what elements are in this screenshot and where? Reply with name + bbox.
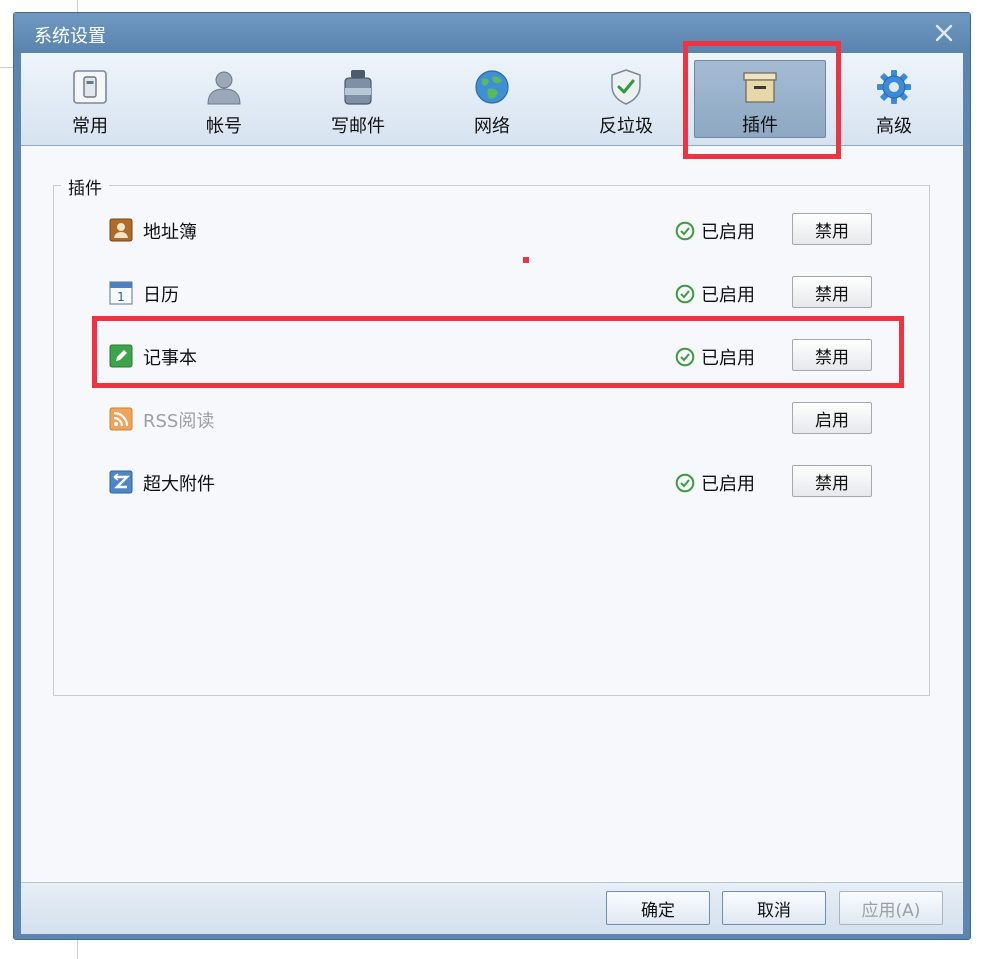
- tab-label: 高级: [876, 116, 912, 137]
- dialog-footer: 确定 取消 应用(A): [21, 882, 963, 934]
- check-circle-icon: [675, 284, 695, 304]
- globe-icon: [472, 67, 512, 107]
- tab-antispam[interactable]: 反垃圾: [560, 60, 692, 138]
- plugin-status: 已启用: [675, 344, 755, 370]
- check-circle-icon: [675, 221, 695, 241]
- calendar-icon: 1: [109, 281, 133, 305]
- large-attachment-icon: [109, 470, 133, 494]
- tab-label: 网络: [474, 116, 510, 137]
- ink-bottle-icon: [338, 67, 378, 107]
- plugin-row-address-book: 地址簿 已启用 禁用: [109, 210, 889, 250]
- address-book-icon: [109, 218, 133, 242]
- plugin-status-text: 已启用: [701, 474, 755, 495]
- tab-compose[interactable]: 写邮件: [292, 60, 424, 138]
- ok-button[interactable]: 确定: [606, 891, 710, 925]
- disable-button[interactable]: 禁用: [792, 276, 872, 308]
- plugins-legend: 插件: [61, 174, 109, 199]
- plugin-name: 日历: [143, 285, 179, 306]
- tab-account[interactable]: 帐号: [158, 60, 290, 138]
- plugin-status: 已启用: [675, 470, 755, 496]
- settings-tabbar: 常用 帐号 写邮件 网络 反垃圾 插件 高级: [21, 53, 963, 146]
- plugin-status: 已启用: [675, 218, 755, 244]
- disable-button[interactable]: 禁用: [792, 465, 872, 497]
- check-circle-icon: [675, 347, 695, 367]
- plugin-status-text: 已启用: [701, 285, 755, 306]
- rss-icon: [109, 407, 133, 431]
- check-circle-icon: [675, 473, 695, 493]
- gear-icon: [874, 67, 914, 107]
- tab-label: 写邮件: [331, 116, 385, 137]
- plugins-groupbox: [53, 185, 930, 696]
- dialog-content: 常用 帐号 写邮件 网络 反垃圾 插件 高级 插件 地址簿 已启用 禁用 1 日…: [21, 53, 963, 934]
- title-bar: 系统设置: [14, 13, 970, 53]
- plugin-row-notepad: 记事本 已启用 禁用: [109, 336, 889, 376]
- tab-network[interactable]: 网络: [426, 60, 558, 138]
- plugin-row-rss: RSS阅读 启用: [109, 399, 889, 439]
- tab-label: 插件: [742, 115, 778, 136]
- close-icon: [935, 24, 953, 42]
- plugin-name: 地址簿: [143, 222, 197, 243]
- plugin-status-text: 已启用: [701, 348, 755, 369]
- shield-icon: [606, 67, 646, 107]
- background-guide-tick: [0, 67, 14, 68]
- settings-dialog: 系统设置 常用 帐号 写邮件 网络 反垃圾 插件 高级 插件 地址簿 已启用 禁…: [13, 12, 971, 940]
- svg-text:1: 1: [117, 290, 125, 304]
- switch-icon: [70, 67, 110, 107]
- tab-label: 帐号: [206, 116, 242, 137]
- plugin-status-text: 已启用: [701, 222, 755, 243]
- plugin-row-calendar: 1 日历 已启用 禁用: [109, 273, 889, 313]
- enable-button[interactable]: 启用: [792, 402, 872, 434]
- archive-box-icon: [740, 68, 780, 106]
- plugin-name: 超大附件: [143, 474, 215, 495]
- apply-button[interactable]: 应用(A): [839, 891, 943, 925]
- disable-button[interactable]: 禁用: [792, 339, 872, 371]
- plugin-status: 已启用: [675, 281, 755, 307]
- notepad-icon: [109, 344, 133, 368]
- tab-plugins[interactable]: 插件: [694, 60, 826, 138]
- plugin-name: RSS阅读: [143, 411, 215, 432]
- tab-general[interactable]: 常用: [24, 60, 156, 138]
- user-icon: [204, 67, 244, 107]
- tab-label: 常用: [72, 116, 108, 137]
- window-title: 系统设置: [34, 26, 106, 47]
- tab-label: 反垃圾: [599, 116, 653, 137]
- plugin-name: 记事本: [143, 348, 197, 369]
- plugin-row-large-attachment: 超大附件 已启用 禁用: [109, 462, 889, 502]
- annotation-dot: [523, 257, 529, 263]
- disable-button[interactable]: 禁用: [792, 213, 872, 245]
- close-button[interactable]: [930, 19, 958, 47]
- tab-advanced[interactable]: 高级: [828, 60, 960, 138]
- cancel-button[interactable]: 取消: [722, 891, 826, 925]
